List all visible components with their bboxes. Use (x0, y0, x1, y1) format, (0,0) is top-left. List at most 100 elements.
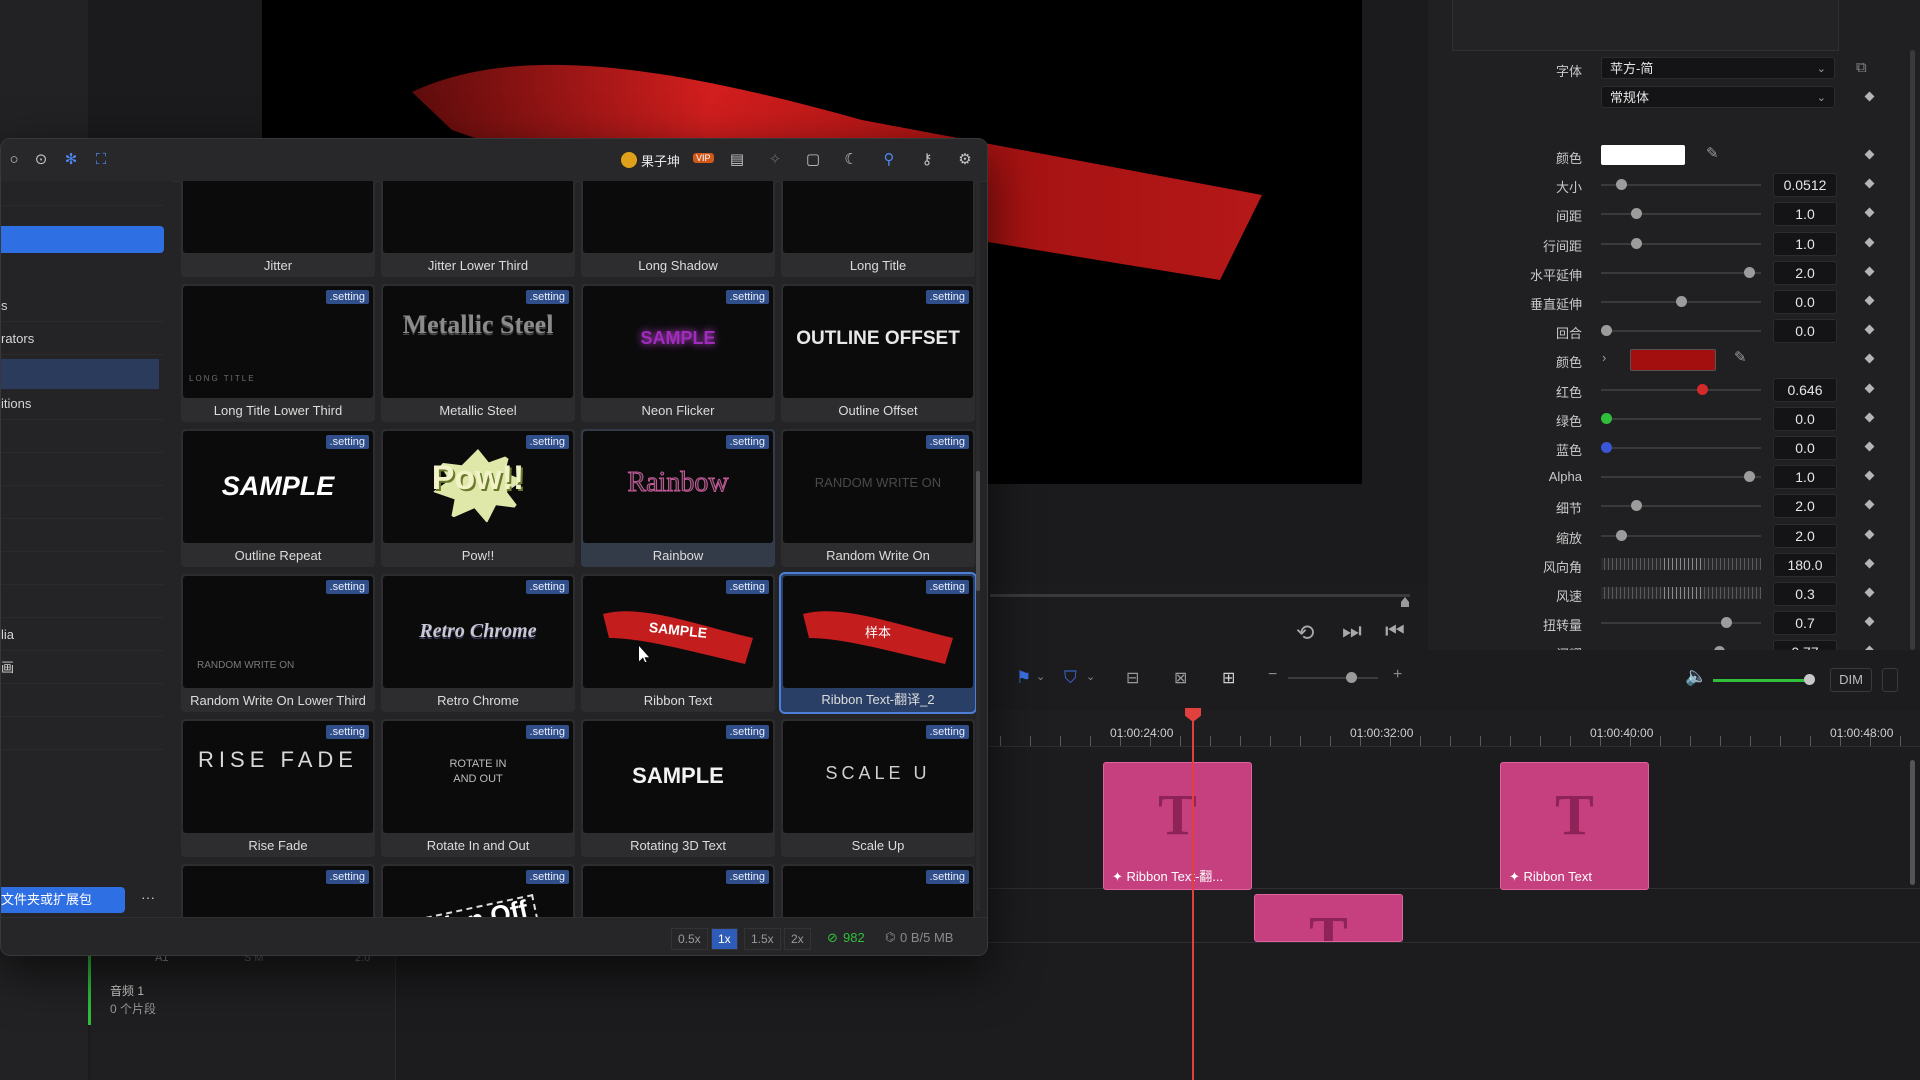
param-value[interactable]: 1.0 (1773, 465, 1837, 489)
zoom-slider-knob[interactable] (1346, 672, 1357, 683)
slider-knob[interactable] (1616, 530, 1627, 541)
effect-card[interactable]: SAMPLE .setting Neon Flicker (581, 284, 775, 422)
zoom-1x-button[interactable]: 1x (711, 928, 738, 950)
keyframe-icon[interactable] (1864, 91, 1875, 102)
dial-control[interactable] (1601, 558, 1761, 570)
style-select[interactable]: 常规体 ⌄ (1601, 86, 1835, 108)
title-clip[interactable]: T ✦ Ribbon Text (1500, 762, 1649, 890)
zoom-slider-track[interactable] (1288, 677, 1378, 679)
sidebar-item[interactable] (1, 422, 164, 453)
viewer-scrubber[interactable] (990, 594, 1410, 597)
slider-track[interactable] (1601, 418, 1761, 420)
effect-card[interactable]: ROTATE IN AND OUT .setting Rotate In and O… (381, 719, 575, 857)
param-value[interactable]: 1.0 (1773, 232, 1837, 256)
meter-icon[interactable] (1882, 668, 1898, 692)
next-frame-icon[interactable]: ⏭ (1342, 618, 1362, 644)
effect-card[interactable]: Metallic Steel .setting Metallic Steel (381, 284, 575, 422)
keyframe-icon[interactable] (1864, 616, 1875, 627)
param-value[interactable]: 0.7 (1773, 611, 1837, 635)
param-value[interactable]: 0.0 (1773, 436, 1837, 460)
focus-icon[interactable]: ⛶ (92, 151, 110, 169)
param-value[interactable]: 0.0512 (1773, 173, 1837, 197)
sidebar-item[interactable] (1, 455, 164, 486)
param-value[interactable]: 2.0 (1773, 261, 1837, 285)
param-value[interactable]: 1.0 (1773, 202, 1837, 226)
effect-card[interactable]: Pow!! .setting Pow!! (381, 429, 575, 567)
effect-card[interactable]: SAMPLE .setting Ribbon Text (581, 574, 775, 712)
title-clip[interactable]: T ✦ Ribbon Text-翻... (1103, 762, 1252, 890)
pin-icon[interactable]: ⚲ (880, 151, 898, 169)
circle-icon[interactable]: ○ (5, 151, 23, 169)
effect-card[interactable]: Long Shadow (581, 181, 775, 277)
effect-card[interactable]: SCALE U.setting (181, 864, 375, 917)
zoom-in-icon[interactable]: + (1393, 666, 1402, 684)
effect-card[interactable]: SCALE U .setting Scale Up (781, 719, 975, 857)
slider-track[interactable] (1601, 213, 1761, 215)
slider-knob[interactable] (1601, 413, 1612, 424)
effect-card[interactable]: RISE FADE .setting Rise Fade (181, 719, 375, 857)
slider-knob[interactable] (1631, 208, 1642, 219)
dim-button[interactable]: DIM (1830, 668, 1872, 692)
slider-track[interactable] (1601, 447, 1761, 449)
keyframe-icon[interactable] (1864, 441, 1875, 452)
slider-track[interactable] (1601, 622, 1761, 624)
slider-knob[interactable] (1676, 296, 1687, 307)
effect-card[interactable]: 样本 .setting Ribbon Text-翻译_2 (779, 572, 977, 714)
param-value[interactable]: 2.0 (1773, 524, 1837, 548)
color-swatch[interactable] (1601, 145, 1685, 165)
dial-control[interactable] (1601, 587, 1761, 599)
inspector-scrollbar[interactable] (1910, 50, 1915, 650)
color-swatch[interactable] (1630, 349, 1716, 371)
avatar[interactable] (621, 152, 637, 168)
effect-card[interactable]: SAMPLE .setting Rotating 3D Text (581, 719, 775, 857)
effect-card[interactable]: RANDOM WRITE ON .setting Random Write On (781, 429, 975, 567)
chevron-down-icon[interactable]: ⌄ (1036, 670, 1045, 683)
font-select[interactable]: 苹方-简 ⌄ (1601, 57, 1835, 79)
volume-knob[interactable] (1804, 674, 1815, 685)
slider-knob[interactable] (1697, 384, 1708, 395)
grid-scrollbar-thumb[interactable] (976, 471, 980, 591)
sidebar-item[interactable] (1, 521, 164, 552)
effect-card[interactable]: SIMPLE BOX.setting (781, 864, 975, 917)
zoom-out-icon[interactable]: − (1268, 666, 1277, 684)
effect-card[interactable]: Sign Off.setting (381, 864, 575, 917)
keyframe-icon[interactable] (1864, 383, 1875, 394)
sidebar-item-active[interactable] (1, 226, 164, 253)
keyframe-icon[interactable] (1864, 237, 1875, 248)
zoom-detail-icon[interactable]: ⊞ (1222, 668, 1235, 688)
sidebar-item[interactable]: 画 (1, 653, 164, 684)
effect-card[interactable]: Retro Chrome .setting Retro Chrome (381, 574, 575, 712)
keyframe-icon[interactable] (1864, 295, 1875, 306)
slider-knob[interactable] (1743, 471, 1755, 482)
zoom-1-5x-button[interactable]: 1.5x (744, 928, 781, 950)
keyframe-icon[interactable] (1864, 587, 1875, 598)
volume-icon[interactable]: 🔈 (1685, 666, 1707, 687)
param-value[interactable]: 180.0 (1773, 553, 1837, 577)
gear-icon[interactable]: ⚙ (956, 151, 974, 169)
slider-track[interactable] (1601, 476, 1761, 478)
effect-card[interactable]: JITTER Jitter Lower Third (381, 181, 575, 277)
sidebar-item[interactable]: rators (1, 324, 164, 355)
title-clip[interactable]: T (1254, 894, 1403, 942)
keyframe-icon[interactable] (1864, 353, 1875, 364)
slider-track[interactable] (1601, 389, 1761, 391)
keyframe-icon[interactable] (1864, 178, 1875, 189)
slider-knob[interactable] (1601, 442, 1612, 453)
slider-knob[interactable] (1631, 238, 1642, 249)
keyframe-icon[interactable] (1864, 207, 1875, 218)
font-picker-icon[interactable]: ⧉ (1856, 59, 1867, 76)
timeline-scrollbar[interactable] (1910, 760, 1915, 885)
store-icon[interactable]: ▤ (728, 151, 746, 169)
more-icon[interactable]: ··· (141, 889, 155, 905)
effect-card[interactable]: SIMPLE BOX.setting (581, 864, 775, 917)
sidebar-item-selected[interactable] (1, 359, 159, 389)
sidebar-item[interactable]: lia (1, 620, 164, 651)
marker-icon[interactable]: ⛉ (1064, 668, 1077, 688)
chat-icon[interactable]: ▢ (804, 151, 822, 169)
playhead[interactable] (1192, 714, 1194, 1080)
keyframe-icon[interactable] (1864, 558, 1875, 569)
sidebar-item[interactable]: itions (1, 389, 164, 420)
bulb-icon[interactable]: ✧ (766, 151, 784, 169)
chevron-down-icon[interactable]: ⌄ (1086, 670, 1095, 683)
effect-card[interactable]: Long Title (781, 181, 975, 277)
